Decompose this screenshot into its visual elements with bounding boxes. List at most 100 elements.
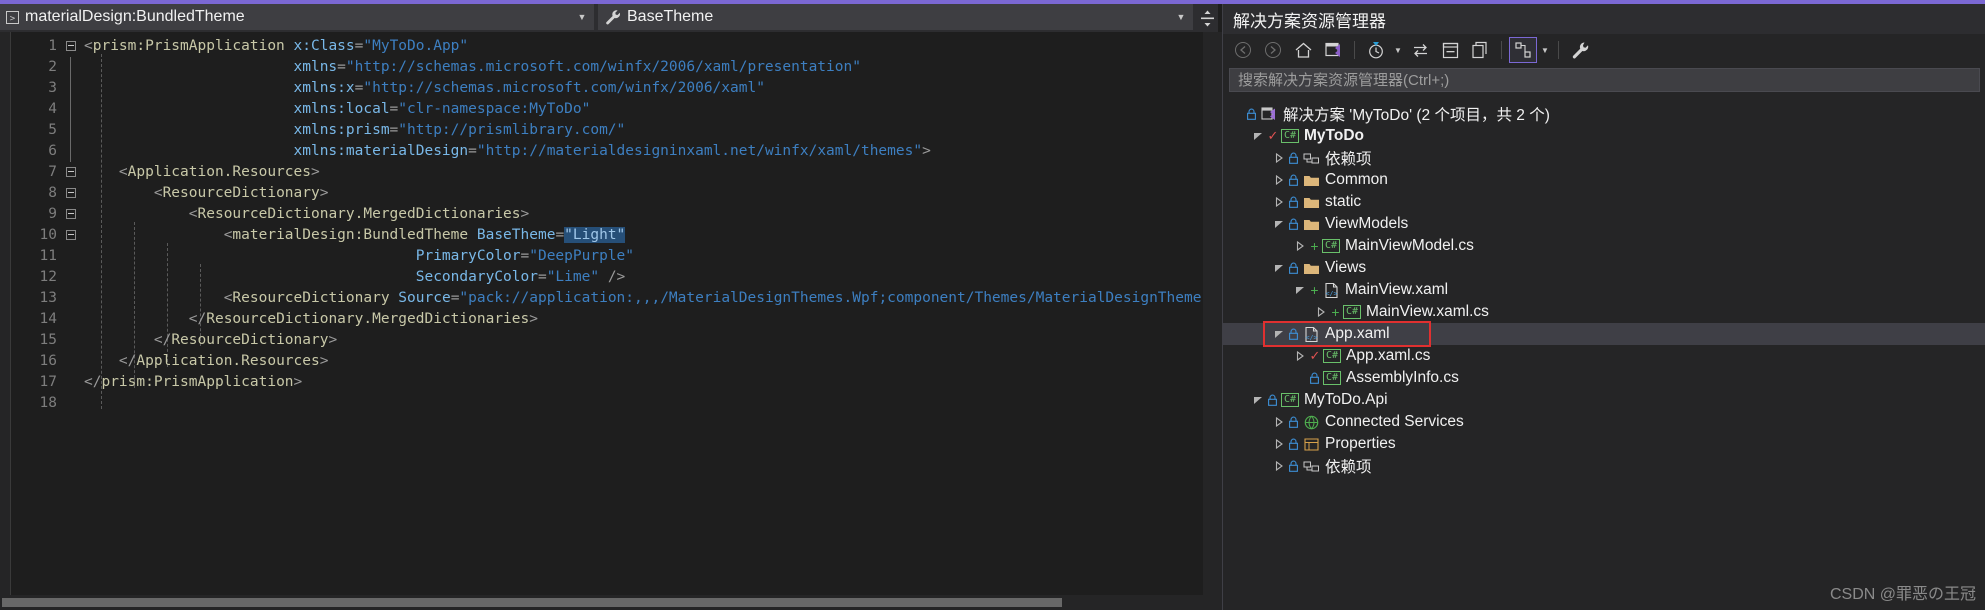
code-token: </	[153, 332, 172, 348]
editor-horizontal-scrollbar[interactable]	[0, 595, 1203, 610]
code-folding-column[interactable]	[62, 32, 82, 610]
expander-closed-icon[interactable]	[1271, 417, 1287, 427]
show-all-files-icon[interactable]	[1466, 37, 1494, 63]
csharp-badge: C#	[1280, 393, 1300, 407]
tree-node[interactable]: 解决方案 'MyToDo' (2 个项目，共 2 个)	[1223, 103, 1985, 125]
expander-closed-icon[interactable]	[1313, 307, 1329, 317]
code-line[interactable]: <Application.Resources>	[84, 162, 1203, 183]
fold-toggle[interactable]	[62, 204, 82, 225]
expander-open-icon[interactable]	[1250, 131, 1266, 141]
code-surface[interactable]: 1 2 3 4 5 6 7 8 9 10 11 12 13 14 15 16 17 18 <prism:Prism…	[0, 32, 1203, 610]
collapse-minus-icon[interactable]	[66, 167, 76, 177]
fold-toggle[interactable]	[62, 36, 82, 57]
fold-region-line	[70, 99, 71, 120]
chevron-down-icon[interactable]: ▼	[1170, 12, 1192, 22]
code-line[interactable]: xmlns:local="clr-namespace:MyToDo"	[84, 99, 1203, 120]
code-line[interactable]: </ResourceDictionary>	[84, 330, 1203, 351]
code-line[interactable]: xmlns:x="http://schemas.microsoft.com/wi…	[84, 78, 1203, 99]
wrench-icon[interactable]	[1566, 37, 1594, 63]
tree-node[interactable]: + C# MainView.xaml.cs	[1223, 301, 1985, 323]
tree-node[interactable]: Connected Services	[1223, 411, 1985, 433]
code-text[interactable]: <prism:PrismApplication x:Class="MyToDo.…	[84, 32, 1203, 414]
tree-node[interactable]: ✓ C# App.xaml.cs	[1223, 345, 1985, 367]
expander-closed-icon[interactable]	[1271, 175, 1287, 185]
pending-changes-icon[interactable]	[1362, 37, 1390, 63]
code-line[interactable]: <ResourceDictionary Source="pack://appli…	[84, 288, 1203, 309]
code-token: ResourceDictionary.MergedDictionaries	[197, 206, 521, 222]
code-token: prism:PrismApplication	[101, 374, 294, 390]
tree-node[interactable]: + C# MainViewModel.cs	[1223, 235, 1985, 257]
csharp-file-icon: C#	[1321, 239, 1341, 253]
code-line[interactable]: SecondaryColor="Lime" />	[84, 267, 1203, 288]
expander-open-icon[interactable]	[1271, 263, 1287, 273]
pane-splitter[interactable]	[1203, 32, 1222, 610]
chevron-down-icon[interactable]: ▼	[1539, 46, 1551, 55]
collapse-minus-icon[interactable]	[66, 188, 76, 198]
code-line[interactable]	[84, 393, 1203, 414]
code-block-icon: >	[1, 10, 23, 24]
tree-node[interactable]: 依赖项	[1223, 147, 1985, 169]
collapse-minus-icon[interactable]	[66, 41, 76, 51]
code-token: =	[389, 101, 399, 117]
code-line[interactable]: <ResourceDictionary.MergedDictionaries>	[84, 204, 1203, 225]
tree-node[interactable]: 依赖项	[1223, 455, 1985, 477]
split-window-icon[interactable]	[1196, 4, 1218, 32]
fold-toggle[interactable]	[62, 162, 82, 183]
sync-with-active-document-icon[interactable]	[1406, 37, 1434, 63]
member-dropdown-value: BaseTheme	[627, 8, 714, 25]
expander-closed-icon[interactable]	[1271, 461, 1287, 471]
chevron-down-icon[interactable]: ▼	[1392, 46, 1404, 55]
expander-open-icon[interactable]	[1250, 395, 1266, 405]
code-line[interactable]: </Application.Resources>	[84, 351, 1203, 372]
horizontal-scroll-thumb[interactable]	[2, 598, 1062, 607]
solution-explorer-search[interactable]	[1229, 68, 1980, 92]
solution-tree[interactable]: 解决方案 'MyToDo' (2 个项目，共 2 个) ✓ C# MyToDo 依赖项 C…	[1223, 103, 1985, 610]
tree-node[interactable]: C# MyToDo.Api	[1223, 389, 1985, 411]
search-input[interactable]	[1236, 70, 1979, 90]
properties-view-icon[interactable]	[1509, 37, 1537, 63]
fold-toggle[interactable]	[62, 183, 82, 204]
code-line[interactable]: PrimaryColor="DeepPurple"	[84, 246, 1203, 267]
tree-node[interactable]: ✓ C# MyToDo	[1223, 125, 1985, 147]
vs-solution-icon[interactable]	[1319, 37, 1347, 63]
tree-node[interactable]: static	[1223, 191, 1985, 213]
collapse-minus-icon[interactable]	[66, 209, 76, 219]
code-token: "MyToDo.App"	[363, 38, 469, 54]
expander-closed-icon[interactable]	[1271, 197, 1287, 207]
type-dropdown[interactable]: > materialDesign:BundledTheme ▼	[0, 4, 594, 30]
home-icon[interactable]	[1289, 37, 1317, 63]
expander-closed-icon[interactable]	[1292, 241, 1308, 251]
tree-node[interactable]: Properties	[1223, 433, 1985, 455]
chevron-down-icon[interactable]: ▼	[571, 12, 593, 22]
tree-node[interactable]: Common	[1223, 169, 1985, 191]
code-line[interactable]: </prism:PrismApplication>	[84, 372, 1203, 393]
tree-node[interactable]: ViewModels	[1223, 213, 1985, 235]
member-dropdown[interactable]: BaseTheme ▼	[598, 4, 1193, 30]
forward-icon[interactable]	[1259, 37, 1287, 63]
tree-node[interactable]: + </> MainView.xaml	[1223, 279, 1985, 301]
fold-toggle[interactable]	[62, 225, 82, 246]
expander-closed-icon[interactable]	[1292, 351, 1308, 361]
collapse-all-icon[interactable]	[1436, 37, 1464, 63]
folder-icon	[1301, 194, 1321, 211]
collapse-minus-icon[interactable]	[66, 230, 76, 240]
expander-open-icon[interactable]	[1292, 285, 1308, 295]
code-line[interactable]: <materialDesign:BundledTheme BaseTheme="…	[84, 225, 1203, 246]
tree-node[interactable]: </> App.xaml	[1223, 323, 1985, 345]
expander-closed-icon[interactable]	[1271, 439, 1287, 449]
code-line[interactable]: <ResourceDictionary>	[84, 183, 1203, 204]
code-line[interactable]: <prism:PrismApplication x:Class="MyToDo.…	[84, 36, 1203, 57]
code-line[interactable]: xmlns="http://schemas.microsoft.com/winf…	[84, 57, 1203, 78]
tree-node[interactable]: C# AssemblyInfo.cs	[1223, 367, 1985, 389]
code-line[interactable]: </ResourceDictionary.MergedDictionaries>	[84, 309, 1203, 330]
code-line[interactable]: xmlns:prism="http://prismlibrary.com/"	[84, 120, 1203, 141]
expander-open-icon[interactable]	[1271, 329, 1287, 339]
tree-node[interactable]: Views	[1223, 257, 1985, 279]
code-token: "Lime"	[546, 269, 600, 285]
expander-open-icon[interactable]	[1271, 219, 1287, 229]
expander-closed-icon[interactable]	[1271, 153, 1287, 163]
code-line[interactable]: xmlns:materialDesign="http://materialdes…	[84, 141, 1203, 162]
back-icon[interactable]	[1229, 37, 1257, 63]
